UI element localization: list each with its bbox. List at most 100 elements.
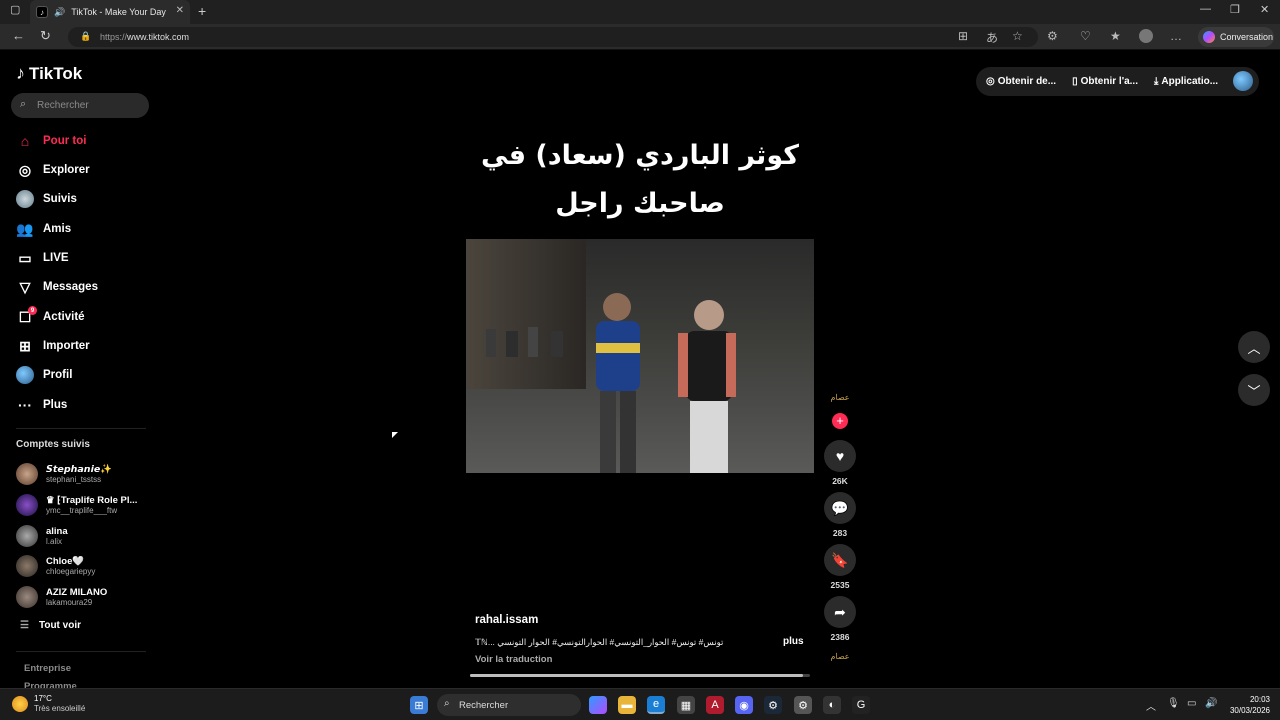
copilot-app-icon[interactable] [589, 696, 607, 714]
copilot-label: Conversation [1220, 32, 1274, 42]
get-app-button[interactable]: ▯ Obtenir l'a... [1072, 76, 1138, 87]
store-icon[interactable]: ▦ [677, 696, 695, 714]
next-video-button[interactable]: ﹀ [1238, 374, 1270, 406]
search-input[interactable]: ⌕ Rechercher [11, 93, 149, 118]
see-all-button[interactable]: ☰ Tout voir [20, 620, 81, 631]
new-tab-icon[interactable]: + [198, 3, 206, 19]
account-name: 𝙎𝙩𝙚𝙥𝙝𝙖𝙣𝙞𝙚✨ [46, 463, 113, 475]
divider [16, 651, 146, 652]
download-icon: ⤓ [1153, 76, 1159, 87]
download-app-label: Applicatio... [1161, 76, 1219, 87]
account-handle: lakamoura29 [46, 597, 93, 607]
tiktok-logo[interactable]: ♪ TikTok [16, 63, 82, 84]
user-avatar[interactable] [1233, 71, 1253, 91]
like-button[interactable]: ♥ [824, 440, 856, 472]
video-author[interactable]: rahal.issam [475, 614, 538, 626]
share-button[interactable]: ➦ [824, 596, 856, 628]
avatar [16, 525, 38, 547]
favorites-icon[interactable]: ★ [1110, 29, 1121, 43]
avatar [16, 494, 38, 516]
url-host: www.tiktok.com [127, 32, 190, 42]
browser-titlebar: ▢ ♪ 🔊 TikTok - Make Your Day ✕ + — ❐ ✕ [0, 0, 1280, 24]
nav-profile[interactable]: Profil [16, 363, 72, 387]
tiktok-favicon-icon: ♪ [36, 6, 48, 18]
see-translation-link[interactable]: Voir la traduction [475, 654, 552, 665]
url-field[interactable]: 🔒 https://www.tiktok.com [68, 27, 1038, 47]
video-player[interactable] [466, 239, 814, 473]
save-button[interactable]: 🔖 [824, 544, 856, 576]
footer-link-company[interactable]: Entreprise [24, 663, 71, 674]
close-window-icon[interactable]: ✕ [1260, 3, 1269, 16]
comment-icon: 💬 [831, 499, 849, 516]
acrobat-icon[interactable]: A [706, 696, 724, 714]
file-explorer-icon[interactable]: ▬ [618, 696, 636, 714]
url-scheme: https:// [100, 32, 128, 42]
settings-more-icon[interactable]: … [1170, 29, 1182, 43]
close-tab-icon[interactable]: ✕ [176, 5, 184, 16]
followed-account[interactable]: 𝙎𝙩𝙚𝙥𝙝𝙖𝙣𝙞𝙚✨ stephani_tsstss [16, 461, 112, 487]
account-name: AZIZ MILANO [46, 586, 108, 598]
minimize-icon[interactable]: — [1200, 3, 1211, 15]
microphone-icon[interactable]: 🎙 [1167, 698, 1180, 709]
followed-account[interactable]: AZIZ MILANO lakamoura29 [16, 584, 107, 610]
extensions-icon[interactable]: ⚙ [1047, 29, 1058, 43]
pinned-app-icon[interactable]: G [852, 696, 870, 714]
description-more-button[interactable]: plus [783, 636, 804, 647]
nav-label: Profil [43, 369, 73, 381]
game-app-icon[interactable]: ◐ [823, 696, 841, 714]
video-progress-bar[interactable] [470, 674, 810, 677]
video-description: تونس# تونس# الحوار_التونسي# الحوارالتونس… [475, 637, 724, 647]
coin-icon: ◎ [986, 76, 995, 87]
copilot-button[interactable]: Conversation [1198, 27, 1274, 47]
creator-avatar[interactable]: عصام [826, 393, 854, 413]
taskbar-search[interactable]: ⌕ Rechercher [437, 694, 581, 716]
maximize-icon[interactable]: ❐ [1230, 3, 1240, 16]
app-available-icon[interactable]: ⊞ [958, 29, 968, 43]
nav-label: Importer [43, 340, 90, 352]
bookmark-icon: 🔖 [831, 551, 849, 568]
network-icon[interactable]: ▭ [1187, 698, 1196, 709]
tab-actions-icon[interactable]: ▢ [10, 3, 20, 16]
followed-account[interactable]: ♛ ⁅Traplife Role Pl... ymc__traplife___ft… [16, 492, 137, 518]
edge-browser-icon[interactable]: e [647, 696, 665, 714]
windows-start-icon[interactable]: ⊞ [410, 696, 428, 714]
nav-friends[interactable]: 👥 Amis [16, 217, 71, 241]
previous-video-button[interactable]: ︿ [1238, 331, 1270, 363]
profile-icon[interactable] [1139, 29, 1153, 43]
nav-for-you[interactable]: ⌂ Pour toi [16, 129, 87, 153]
friends-icon: 👥 [16, 220, 34, 237]
phone-icon: ▯ [1072, 76, 1078, 87]
comment-button[interactable]: 💬 [824, 492, 856, 524]
audio-playing-icon[interactable]: 🔊 [54, 7, 65, 18]
nav-more[interactable]: ··· Plus [16, 393, 67, 417]
followed-account[interactable]: Chloe🤍 chloegariepyy [16, 553, 95, 579]
browser-tab[interactable]: ♪ 🔊 TikTok - Make Your Day ✕ [30, 0, 190, 24]
nav-following[interactable]: Suivis [16, 187, 77, 211]
refresh-icon[interactable]: ↻ [40, 28, 51, 44]
music-disc-icon[interactable]: عصام [826, 652, 854, 668]
followed-account[interactable]: alina l.alix [16, 523, 68, 549]
show-hidden-icons-icon[interactable]: ︿ [1146, 698, 1156, 713]
video-caption-overlay: كوثر الباردي (سعاد) في صاحبك راجل [466, 132, 814, 228]
favorite-star-icon[interactable]: ☆ [1012, 29, 1023, 43]
follow-plus-icon[interactable]: + [832, 413, 848, 429]
nav-explore[interactable]: ◎ Explorer [16, 158, 90, 182]
steam-icon[interactable]: ⚙ [764, 696, 782, 714]
home-icon: ⌂ [20, 133, 30, 149]
clock-time: 20:03 [1249, 695, 1270, 704]
get-coins-button[interactable]: ◎ Obtenir de... [986, 76, 1056, 87]
volume-icon[interactable]: 🔊 [1205, 698, 1217, 709]
discord-icon[interactable]: ◉ [735, 696, 753, 714]
download-app-button[interactable]: ⤓ Applicatio... [1154, 76, 1218, 87]
weather-widget[interactable]: 17°C Très ensoleillé [12, 694, 85, 714]
nav-upload[interactable]: ⊞ Importer [16, 334, 90, 358]
nav-activity[interactable]: ☐ 9 Activité [16, 305, 85, 329]
settings-icon[interactable]: ⚙ [794, 696, 812, 714]
back-icon[interactable]: ← [12, 28, 25, 43]
nav-live[interactable]: ▭ LIVE [16, 246, 68, 270]
list-icon: ☰ [20, 620, 29, 631]
clock[interactable]: 20:03 30/03/2026 [1228, 694, 1270, 716]
browser-essentials-icon[interactable]: ♡ [1080, 29, 1091, 43]
nav-messages[interactable]: ▽ Messages [16, 275, 98, 299]
translate-icon[interactable]: あ [986, 29, 998, 46]
